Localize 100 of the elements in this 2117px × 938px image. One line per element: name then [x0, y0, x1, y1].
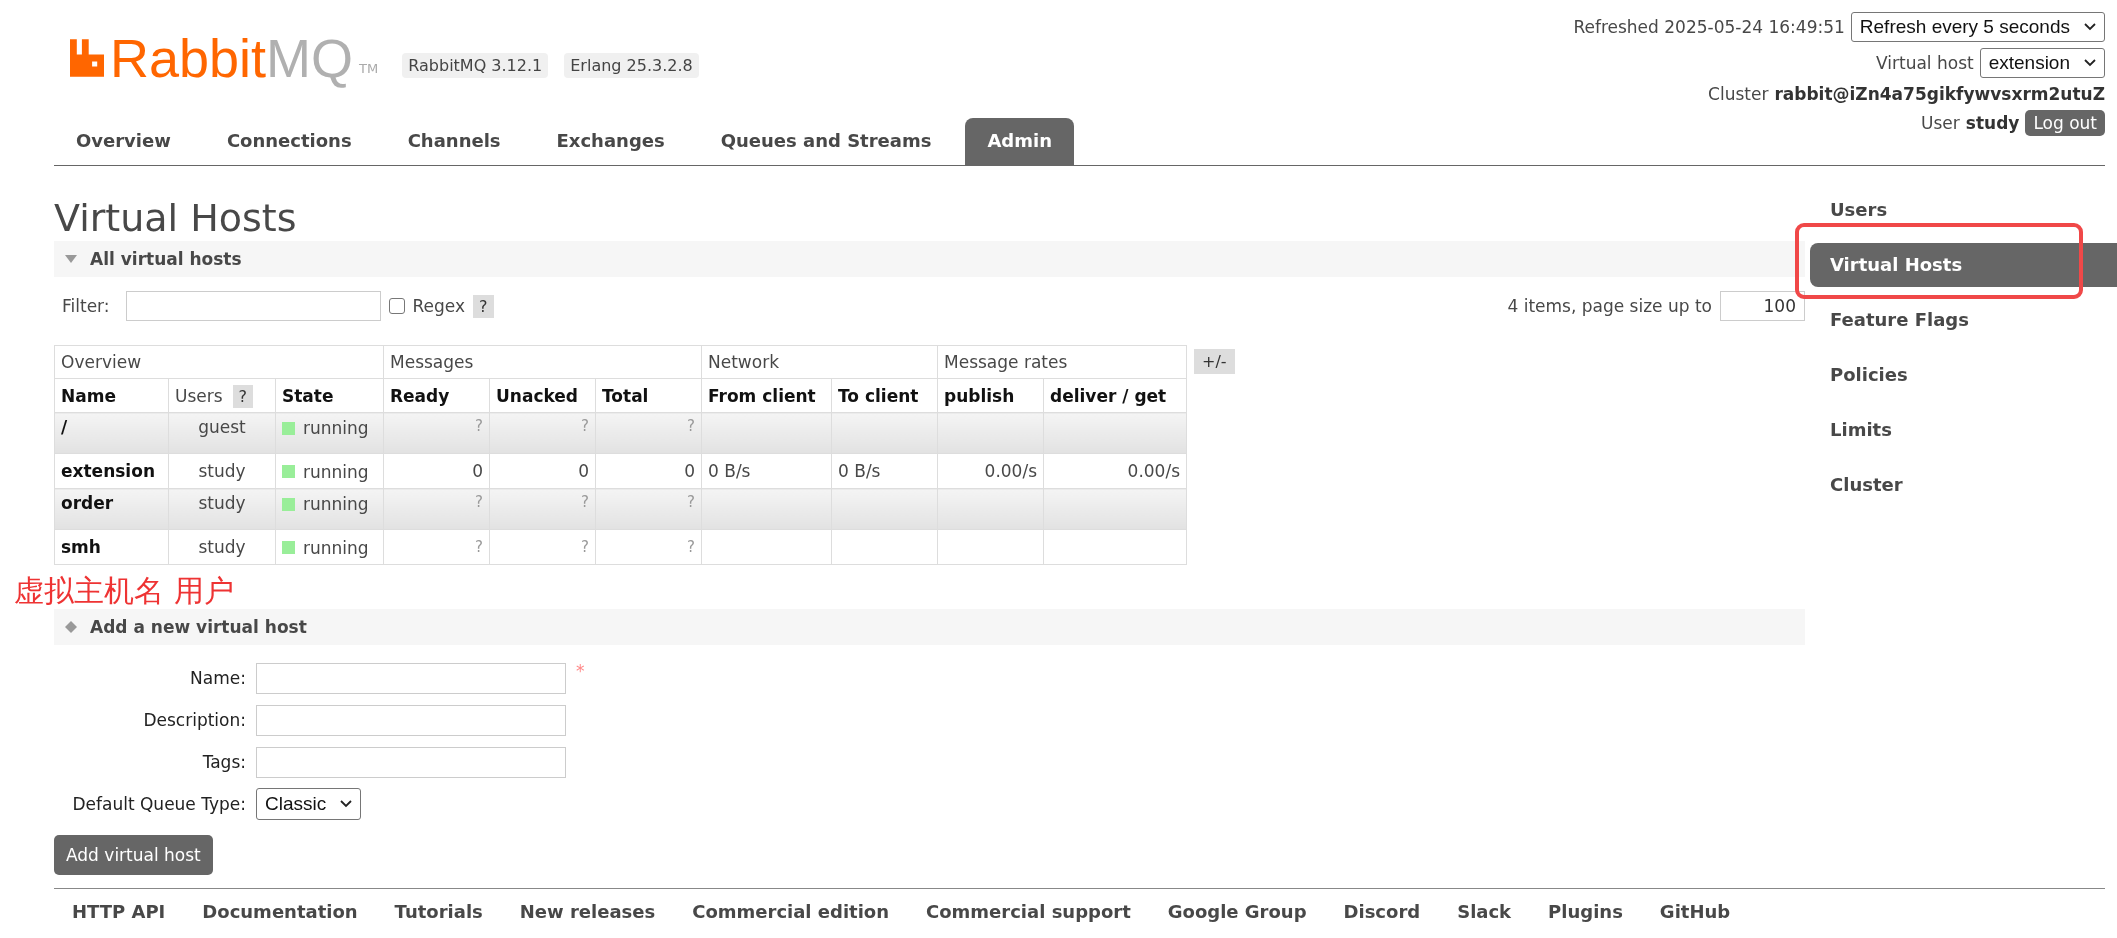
table-cell: study [168, 488, 276, 530]
column-header: State [275, 378, 384, 413]
table-cell: ? [489, 529, 596, 565]
table-cell: 0 [489, 453, 596, 489]
logout-button[interactable]: Log out [2025, 110, 2105, 136]
field-label: Name: [189, 668, 246, 688]
table-cell: ? [383, 488, 490, 530]
footer-link[interactable]: Commercial edition [692, 901, 890, 922]
nav-tab[interactable]: Admin [965, 118, 1074, 165]
footer-link[interactable]: Documentation [202, 901, 358, 922]
brand-name: RabbitMQ [110, 26, 354, 89]
nav-tab[interactable]: Exchanges [534, 118, 687, 165]
vhost-name-link[interactable]: / [54, 412, 169, 454]
nav-tab[interactable]: Channels [385, 118, 523, 165]
footer-link[interactable]: Discord [1343, 901, 1421, 922]
required-mark: * [576, 661, 585, 681]
column-header: deliver / get [1043, 378, 1187, 413]
section-title: All virtual hosts [90, 249, 242, 269]
footer-link[interactable]: Plugins [1548, 901, 1623, 922]
refreshed-time: Refreshed 2025-05-24 16:49:51 [1573, 17, 1845, 37]
text-field[interactable] [256, 704, 566, 736]
nav-tab[interactable]: Connections [204, 118, 374, 165]
refresh-select[interactable]: Refresh every 5 seconds [1850, 12, 2105, 42]
footer-link[interactable]: New releases [519, 901, 656, 922]
table-cell: ? [489, 488, 596, 530]
state-text: running [303, 537, 369, 558]
column-header: publish [937, 378, 1044, 413]
column-group-header: Message rates [937, 345, 1187, 379]
annotation-note: 虚拟主机名 用户 [14, 573, 235, 609]
table-cell: ? [595, 412, 702, 454]
virtual-host-label: Virtual host [1876, 53, 1974, 73]
column-header: Ready [383, 378, 490, 413]
help-button[interactable]: ? [473, 294, 494, 318]
state-text: running [303, 418, 369, 438]
sidebar-item[interactable]: Feature Flags [1810, 298, 2117, 342]
caret-icon [340, 800, 353, 808]
regex-label: Regex [412, 296, 466, 316]
table-cell: study [168, 453, 276, 489]
regex-checkbox[interactable] [388, 298, 405, 314]
section-header[interactable]: All virtual hosts [54, 241, 1805, 277]
page-title: Virtual Hosts [54, 196, 298, 241]
table-cell: 0.00/s [1043, 453, 1187, 489]
column-group-header: Network [701, 345, 938, 379]
section-header[interactable]: Add a new virtual host [54, 609, 1805, 645]
column-header: From client [701, 378, 832, 413]
table-cell: guest [168, 412, 276, 454]
footer-link[interactable]: Google Group [1167, 901, 1307, 922]
table-cell: 0 [595, 453, 702, 489]
help-button[interactable]: ? [232, 384, 254, 408]
sidebar-item[interactable]: Cluster [1810, 463, 2117, 507]
column-group-header: Overview [54, 345, 384, 379]
table-cell: ? [489, 412, 596, 454]
column-group-header: Messages [383, 345, 702, 379]
table-cell: ? [383, 412, 490, 454]
footer-link[interactable]: Commercial support [926, 901, 1131, 922]
state-text: running [303, 461, 369, 482]
state-text: running [303, 494, 369, 514]
vhost-name-link[interactable]: extension [54, 453, 169, 489]
trademark: TM [359, 61, 379, 76]
user-label: User [1921, 113, 1960, 133]
table-cell: study [168, 529, 276, 565]
column-header: Name [54, 378, 169, 413]
footer-link[interactable]: Tutorials [394, 901, 483, 922]
nav-tab[interactable]: Overview [54, 118, 193, 165]
column-header: To client [831, 378, 938, 413]
filter-label: Filter: [62, 296, 110, 316]
page-size-field[interactable]: 100 [1720, 291, 1805, 321]
nav-tab[interactable]: Queues and Streams [698, 118, 954, 165]
version-badge: Erlang 25.3.2.8 [564, 53, 699, 78]
table-cell: 0 [383, 453, 490, 489]
table-cell: 0 B/s [831, 453, 938, 489]
items-info: 4 items, page size up to [1507, 296, 1712, 316]
footer-link[interactable]: Slack [1457, 901, 1512, 922]
columns-toggle-button[interactable]: +/- [1194, 349, 1235, 374]
cluster-name: rabbit@iZn4a75gikfywvsxrm2utuZ [1774, 84, 2105, 104]
footer-link[interactable]: GitHub [1659, 901, 1731, 922]
user-name: study [1965, 113, 2020, 133]
sidebar-item[interactable]: Limits [1810, 408, 2117, 452]
rabbit-logo-icon [70, 38, 104, 77]
text-field[interactable] [256, 662, 566, 694]
caret-icon [2084, 59, 2096, 67]
field-label: Description: [142, 710, 246, 730]
cluster-label: Cluster [1708, 84, 1769, 104]
text-field[interactable] [256, 746, 566, 778]
table-cell: ? [595, 488, 702, 530]
field-label: Default Queue Type: [71, 794, 246, 814]
sidebar-item[interactable]: Virtual Hosts [1810, 243, 2117, 287]
table-cell: 0 B/s [701, 453, 832, 489]
section-title: Add a new virtual host [90, 617, 307, 637]
vhost-name-link[interactable]: order [54, 488, 169, 530]
table-cell: ? [383, 529, 490, 565]
filter-field[interactable] [125, 291, 381, 321]
vhost-name-link[interactable]: smh [54, 529, 169, 565]
add-virtual-host-button[interactable]: Add virtual host [54, 835, 213, 875]
sidebar-item[interactable]: Policies [1810, 353, 2117, 397]
sidebar-item[interactable]: Users [1810, 188, 2117, 232]
virtual-host-select[interactable]: extension [1979, 48, 2105, 78]
table-cell: 0.00/s [937, 453, 1044, 489]
footer-link[interactable]: HTTP API [72, 901, 166, 922]
queue-type-select[interactable]: Classic [256, 788, 362, 820]
